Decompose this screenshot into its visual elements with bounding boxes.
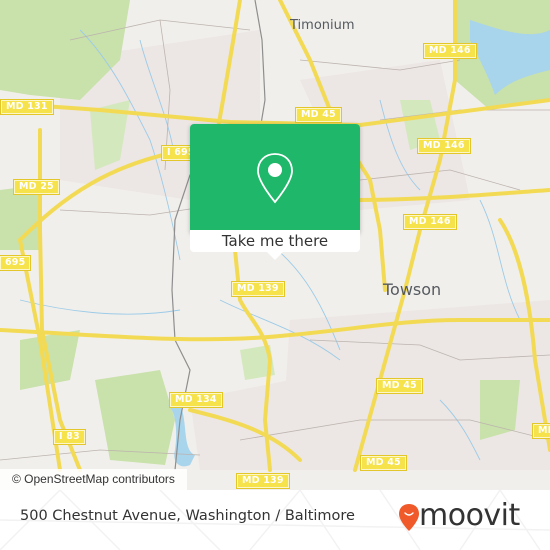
map-attribution[interactable]: © OpenStreetMap contributors — [0, 469, 187, 490]
route-shield-md45-low: MD 45 — [360, 455, 407, 471]
popup-header — [190, 124, 360, 230]
route-shield-i83: I 83 — [53, 429, 86, 445]
map-pin-icon — [257, 153, 293, 204]
route-shield-md146-c: MD 146 — [403, 214, 457, 230]
route-shield-md139: MD 139 — [231, 281, 285, 297]
address-text: 500 Chestnut Avenue, Washington / Baltim… — [20, 508, 355, 524]
route-shield-md45-top: MD 45 — [295, 107, 342, 123]
route-shield-md146-b: MD 146 — [417, 138, 471, 154]
footer-bar: 500 Chestnut Avenue, Washington / Baltim… — [0, 490, 550, 550]
route-shield-md139-low: MD 139 — [236, 473, 290, 489]
moovit-wordmark: moovit — [419, 498, 520, 533]
map-view[interactable]: Timonium Towson MD 131 I 695 MD 25 695 M… — [0, 0, 550, 490]
place-label-towson: Towson — [383, 280, 442, 299]
route-shield-md134: MD 134 — [169, 392, 223, 408]
route-shield-md45-mid: MD 45 — [376, 378, 423, 394]
moovit-pin-icon — [399, 504, 419, 531]
location-popup: Take me there — [190, 124, 360, 260]
route-shield-md131: MD 131 — [0, 99, 54, 115]
place-label-timonium: Timonium — [290, 18, 355, 33]
take-me-there-button[interactable]: Take me there — [190, 230, 360, 252]
route-shield-695: 695 — [0, 255, 32, 271]
route-shield-md-right: MD — [532, 423, 550, 439]
route-shield-md25: MD 25 — [13, 179, 60, 195]
popup-pointer — [267, 252, 283, 260]
route-shield-md146-a: MD 146 — [423, 43, 477, 59]
